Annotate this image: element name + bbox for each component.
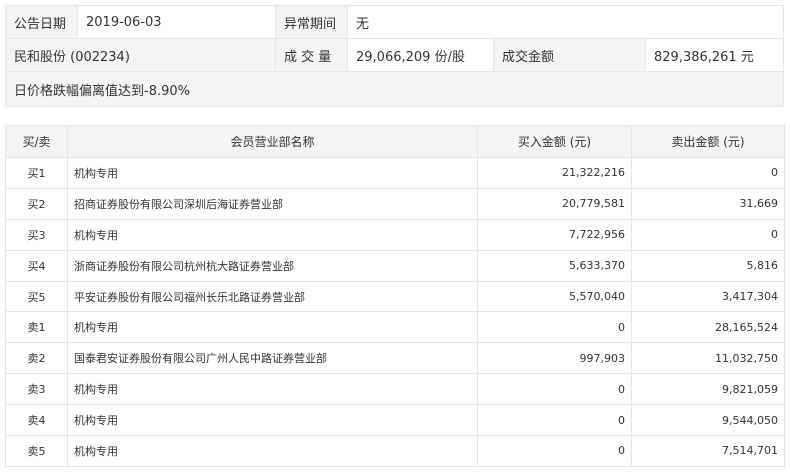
row-side: 买2 — [5, 187, 68, 220]
row-side: 买3 — [5, 218, 68, 251]
row-sell-amount: 28,165,524 — [631, 311, 785, 344]
table-row: 买3 机构专用 7,722,956 0 — [5, 218, 785, 251]
row-buy-amount: 0 — [477, 435, 632, 467]
row-branch-name: 平安证券股份有限公司福州长乐北路证券营业部 — [67, 280, 478, 313]
date-label: 公告日期 — [5, 5, 78, 39]
row-branch-name: 机构专用 — [67, 373, 478, 406]
row-side: 卖1 — [5, 311, 68, 344]
header-branch-name: 会员营业部名称 — [67, 125, 478, 158]
table-header-row: 买/卖 会员营业部名称 买入金额 (元) 卖出金额 (元) — [5, 125, 785, 158]
header-buy-amount: 买入金额 (元) — [477, 125, 632, 158]
table-row: 买4 浙商证券股份有限公司杭州杭大路证券营业部 5,633,370 5,816 — [5, 249, 785, 282]
volume-label: 成 交 量 — [275, 38, 348, 72]
row-branch-name: 国泰君安证券股份有限公司广州人民中路证券营业部 — [67, 342, 478, 375]
table-row: 买2 招商证券股份有限公司深圳后海证券营业部 20,779,581 31,669 — [5, 187, 785, 220]
period-value: 无 — [346, 5, 785, 39]
row-side: 卖2 — [5, 342, 68, 375]
row-side: 卖5 — [5, 435, 68, 467]
stock-name: 民和股份 (002234) — [5, 38, 276, 72]
row-sell-amount: 9,544,050 — [631, 404, 785, 437]
row-buy-amount: 0 — [477, 373, 632, 406]
date-value: 2019-06-03 — [77, 5, 276, 39]
table-row: 卖3 机构专用 0 9,821,059 — [5, 373, 785, 406]
table-row: 卖5 机构专用 0 7,514,701 — [5, 435, 785, 467]
row-buy-amount: 0 — [477, 311, 632, 344]
row-side: 卖4 — [5, 404, 68, 437]
row-sell-amount: 5,816 — [631, 249, 785, 282]
row-side: 买5 — [5, 280, 68, 313]
row-buy-amount: 0 — [477, 404, 632, 437]
row-buy-amount: 21,322,216 — [477, 157, 632, 189]
row-branch-name: 浙商证券股份有限公司杭州杭大路证券营业部 — [67, 249, 478, 282]
reason-text: 日价格跌幅偏离值达到-8.90% — [4, 71, 785, 107]
row-buy-amount: 20,779,581 — [477, 187, 632, 220]
info-row-date: 公告日期 2019-06-03 异常期间 无 — [5, 5, 785, 39]
row-branch-name: 机构专用 — [67, 311, 478, 344]
row-sell-amount: 11,032,750 — [631, 342, 785, 375]
row-branch-name: 招商证券股份有限公司深圳后海证券营业部 — [67, 187, 478, 220]
period-label: 异常期间 — [275, 5, 348, 39]
info-row-trade: 民和股份 (002234) 成 交 量 29,066,209 份/股 成交金额 … — [5, 38, 785, 72]
header-side: 买/卖 — [5, 125, 68, 158]
row-sell-amount: 31,669 — [631, 187, 785, 220]
row-branch-name: 机构专用 — [67, 218, 478, 251]
row-branch-name: 机构专用 — [67, 435, 478, 467]
table-row: 买1 机构专用 21,322,216 0 — [5, 157, 785, 189]
row-buy-amount: 5,570,040 — [477, 280, 632, 313]
row-sell-amount: 3,417,304 — [631, 280, 785, 313]
row-buy-amount: 997,903 — [477, 342, 632, 375]
row-branch-name: 机构专用 — [67, 157, 478, 189]
row-side: 买1 — [5, 157, 68, 189]
row-branch-name: 机构专用 — [67, 404, 478, 437]
row-sell-amount: 0 — [631, 218, 785, 251]
volume-value: 29,066,209 份/股 — [347, 38, 494, 72]
row-sell-amount: 0 — [631, 157, 785, 189]
row-side: 卖3 — [5, 373, 68, 406]
table-row: 卖4 机构专用 0 9,544,050 — [5, 404, 785, 437]
amount-value: 829,386,261 元 — [644, 38, 785, 72]
row-side: 买4 — [5, 249, 68, 282]
row-buy-amount: 5,633,370 — [477, 249, 632, 282]
amount-label: 成交金额 — [493, 38, 646, 72]
row-sell-amount: 7,514,701 — [631, 435, 785, 467]
table-row: 卖2 国泰君安证券股份有限公司广州人民中路证券营业部 997,903 11,03… — [5, 342, 785, 375]
table-row: 买5 平安证券股份有限公司福州长乐北路证券营业部 5,570,040 3,417… — [5, 280, 785, 313]
info-row-reason: 日价格跌幅偏离值达到-8.90% — [4, 71, 785, 107]
row-buy-amount: 7,722,956 — [477, 218, 632, 251]
header-sell-amount: 卖出金额 (元) — [631, 125, 785, 158]
broker-trades-table: 买/卖 会员营业部名称 买入金额 (元) 卖出金额 (元) 买1 机构专用 21… — [5, 125, 785, 467]
row-sell-amount: 9,821,059 — [631, 373, 785, 406]
announcement-info-table: 公告日期 2019-06-03 异常期间 无 民和股份 (002234) 成 交… — [4, 5, 785, 107]
table-row: 卖1 机构专用 0 28,165,524 — [5, 311, 785, 344]
